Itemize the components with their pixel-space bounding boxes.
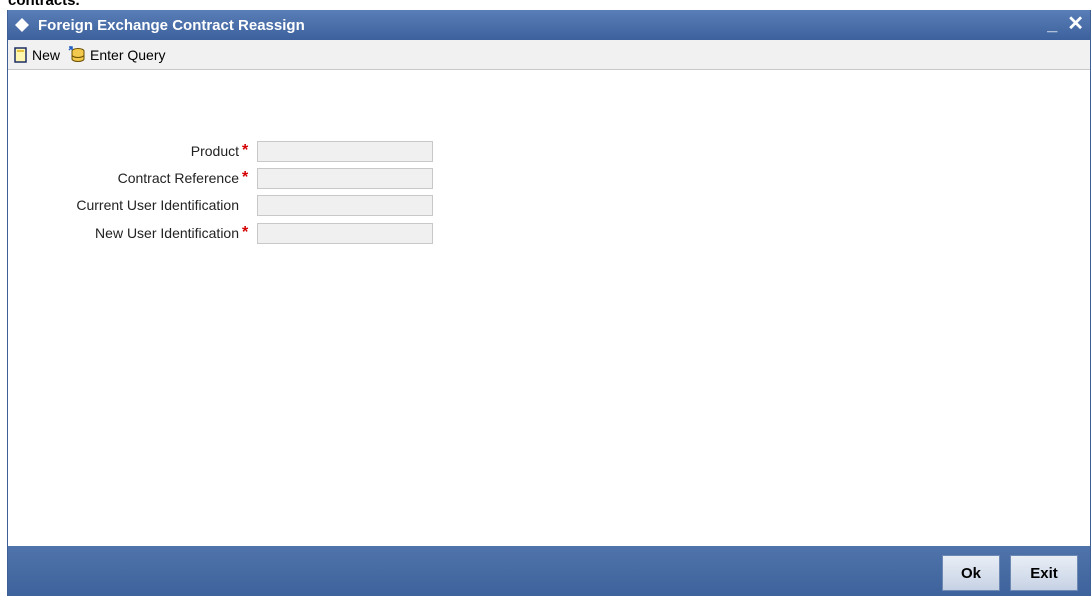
- current-user-identification-label: Current User Identification: [76, 197, 239, 213]
- product-row: Product *: [8, 139, 433, 163]
- contract-reference-required-marker: *: [242, 169, 249, 186]
- new-button-label: New: [32, 46, 61, 63]
- new-user-identification-label: New User Identification: [95, 225, 239, 241]
- window-footer: Ok Exit: [8, 546, 1090, 596]
- contract-reference-row: Contract Reference *: [8, 166, 433, 190]
- contract-reference-input[interactable]: [257, 167, 433, 189]
- new-document-icon: [14, 46, 28, 63]
- page-heading-fragment: contracts.: [8, 0, 80, 9]
- diamond-icon: [14, 17, 30, 33]
- product-input[interactable]: [257, 140, 433, 162]
- new-button[interactable]: New: [14, 47, 60, 63]
- new-user-identification-required-marker: *: [242, 224, 249, 241]
- ok-button[interactable]: Ok: [942, 555, 1000, 591]
- close-icon[interactable]: ✕: [1067, 13, 1084, 35]
- product-required-marker: *: [242, 142, 249, 159]
- reassign-form: Product * Contract Reference * Current U…: [8, 69, 1090, 546]
- exit-button[interactable]: Exit: [1010, 555, 1078, 591]
- enter-query-button-label: Enter Query: [90, 46, 166, 63]
- current-user-identification-row: Current User Identification: [8, 193, 433, 217]
- new-user-identification-row: New User Identification *: [8, 221, 433, 245]
- minimize-icon[interactable]: _: [1047, 13, 1057, 35]
- product-label: Product: [190, 143, 239, 159]
- enter-query-button[interactable]: Enter Query: [68, 45, 166, 64]
- window-title: Foreign Exchange Contract Reassign: [38, 16, 305, 34]
- window-titlebar: Foreign Exchange Contract Reassign _ ✕: [8, 10, 1090, 40]
- new-user-identification-input[interactable]: [257, 222, 433, 244]
- toolbar: New Enter Query: [8, 40, 1090, 70]
- current-user-identification-input[interactable]: [257, 194, 433, 216]
- contract-reference-label: Contract Reference: [117, 170, 239, 186]
- contract-reassign-window: Foreign Exchange Contract Reassign _ ✕ N…: [7, 10, 1091, 596]
- window-controls: _ ✕: [1047, 13, 1084, 35]
- database-query-icon: [68, 45, 86, 64]
